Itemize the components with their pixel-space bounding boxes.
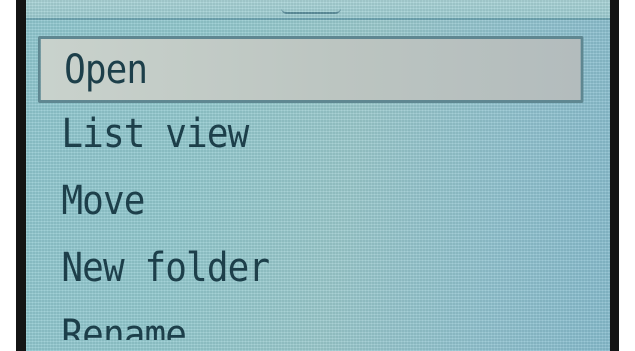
title-bar-tab xyxy=(281,2,341,14)
menu-item-list-view[interactable]: List view xyxy=(38,103,542,170)
menu-item-new-folder[interactable]: New folder xyxy=(38,237,542,304)
options-menu-panel: Open List view Move New folder Rename xyxy=(26,0,610,351)
device-frame: Open List view Move New folder Rename xyxy=(0,0,635,351)
title-bar xyxy=(26,0,610,20)
lcd-screen: Open List view Move New folder Rename xyxy=(16,0,619,351)
menu-item-move[interactable]: Move xyxy=(38,170,542,237)
menu-item-rename[interactable]: Rename xyxy=(38,304,542,340)
options-menu-list: Open List view Move New folder Rename xyxy=(38,36,598,340)
menu-item-open[interactable]: Open xyxy=(38,36,584,103)
